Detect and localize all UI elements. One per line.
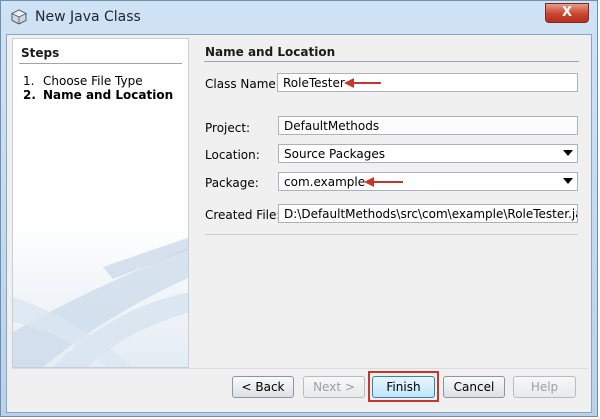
step-label: Name and Location xyxy=(43,88,174,102)
step-number: 1. xyxy=(23,74,35,88)
java-class-cube-icon xyxy=(11,9,27,25)
help-button[interactable]: Help xyxy=(513,376,576,398)
button-bar-divider xyxy=(12,368,588,369)
location-value: Source Packages xyxy=(284,147,386,161)
class-name-value: RoleTester xyxy=(283,76,345,90)
back-button[interactable]: < Back xyxy=(232,376,294,398)
step-name-and-location: 2. Name and Location xyxy=(23,88,173,102)
step-label: Choose File Type xyxy=(43,74,143,88)
step-choose-file-type: 1. Choose File Type xyxy=(23,74,143,88)
steps-heading: Steps xyxy=(21,46,60,60)
class-name-input[interactable]: RoleTester xyxy=(277,73,578,92)
page-title: Name and Location xyxy=(205,45,336,59)
project-label: Project: xyxy=(205,121,251,135)
finish-button[interactable]: Finish xyxy=(372,376,435,398)
location-dropdown[interactable]: Source Packages xyxy=(278,144,578,163)
package-label: Package: xyxy=(205,176,259,190)
location-label: Location: xyxy=(205,148,260,162)
heading-divider xyxy=(204,61,579,62)
red-annotation-arrow-package xyxy=(364,177,403,187)
package-combo[interactable]: com.example xyxy=(278,172,578,191)
next-button[interactable]: Next > xyxy=(303,376,365,398)
steps-divider xyxy=(19,63,182,64)
cancel-button[interactable]: Cancel xyxy=(443,376,505,398)
title-bar[interactable]: New Java Class X xyxy=(1,1,597,33)
package-value: com.example xyxy=(284,175,366,189)
chevron-down-icon xyxy=(563,150,573,156)
project-value: DefaultMethods xyxy=(284,119,380,133)
netbeans-watermark-graphic xyxy=(13,237,188,367)
steps-panel: Steps 1. Choose File Type 2. Name and Loca… xyxy=(12,38,189,368)
step-number: 2. xyxy=(23,88,36,102)
red-annotation-arrow-class-name xyxy=(344,78,381,88)
chevron-down-icon xyxy=(563,178,573,184)
project-field[interactable]: DefaultMethods xyxy=(278,116,578,135)
close-icon: X xyxy=(561,5,573,20)
dialog-title: New Java Class xyxy=(35,9,141,25)
class-name-label: Class Name: xyxy=(205,77,280,91)
created-file-field[interactable]: D:\DefaultMethods\src\com\example\RoleTe… xyxy=(278,204,578,223)
created-file-label: Created File: xyxy=(205,208,281,222)
close-button[interactable]: X xyxy=(545,3,589,23)
form-separator xyxy=(205,234,578,235)
created-file-value: D:\DefaultMethods\src\com\example\RoleTe… xyxy=(284,207,578,221)
